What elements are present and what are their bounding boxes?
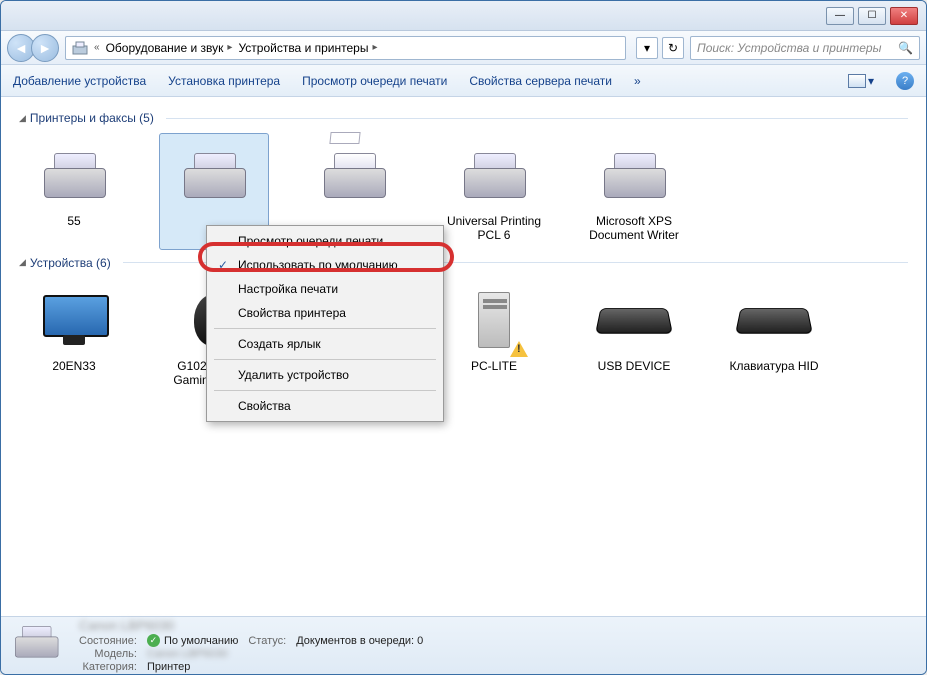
search-placeholder: Поиск: Устройства и принтеры <box>697 41 881 55</box>
device-item[interactable]: PC-LITE <box>439 278 549 409</box>
details-device-name: Canon LBP6030 <box>79 618 423 633</box>
printer-icon <box>184 153 244 198</box>
item-label: Universal Printing PCL 6 <box>446 214 542 243</box>
view-mode-icon <box>848 74 866 88</box>
group-title: Устройства (6) <box>30 256 111 270</box>
item-label: Клавиатура HID <box>730 359 819 373</box>
status-label: Статус: <box>248 635 286 647</box>
toolbar-add-printer[interactable]: Установка принтера <box>168 74 280 88</box>
check-icon: ✓ <box>218 258 228 272</box>
printer-icon <box>15 626 57 658</box>
chevron-down-icon: ▾ <box>868 74 874 88</box>
device-item[interactable]: Клавиатура HID <box>719 278 829 409</box>
refresh-button[interactable]: ↻ <box>662 37 684 59</box>
devices-list: 20EN33 G102 Prodigy Gaming Mouse HID-сов… <box>19 278 908 409</box>
separator <box>214 359 436 360</box>
maximize-icon: ☐ <box>868 10 877 21</box>
help-button[interactable]: ? <box>896 72 914 90</box>
ctx-properties[interactable]: Свойства <box>210 394 440 418</box>
breadcrumb-devices[interactable]: Устройства и принтеры▸ <box>238 41 377 55</box>
toolbar: Добавление устройства Установка принтера… <box>1 65 926 97</box>
collapse-icon: ◢ <box>19 257 26 268</box>
separator <box>214 390 436 391</box>
status-value: Документов в очереди: 0 <box>296 635 423 647</box>
toolbar-overflow[interactable]: » <box>634 74 641 88</box>
state-label: Состояние: <box>79 635 137 647</box>
explorer-window: — ☐ ✕ ◄ ► « Оборудование и звук▸ Устройс… <box>0 0 927 675</box>
keyboard-icon <box>735 308 813 334</box>
ctx-remove-device[interactable]: Удалить устройство <box>210 363 440 387</box>
item-label: 55 <box>67 214 80 228</box>
details-thumbnail <box>15 626 63 666</box>
details-pane: Canon LBP6030 Состояние: ✓По умолчанию С… <box>1 616 926 674</box>
search-icon: 🔍 <box>898 41 913 55</box>
help-icon: ? <box>902 75 908 87</box>
device-item[interactable]: 20EN33 <box>19 278 129 409</box>
toolbar-view-queue[interactable]: Просмотр очереди печати <box>302 74 447 88</box>
check-circle-icon: ✓ <box>147 634 160 647</box>
minimize-icon: — <box>835 10 845 21</box>
toolbar-server-props[interactable]: Свойства сервера печати <box>469 74 612 88</box>
chevron-right-icon: ▸ <box>227 42 232 53</box>
printer-icon <box>464 153 524 198</box>
item-label: USB DEVICE <box>598 359 671 373</box>
toolbar-add-device[interactable]: Добавление устройства <box>13 74 146 88</box>
item-label: 20EN33 <box>52 359 95 373</box>
collapse-icon: ◢ <box>19 113 26 124</box>
ctx-create-shortcut[interactable]: Создать ярлык <box>210 332 440 356</box>
close-button[interactable]: ✕ <box>890 7 918 25</box>
monitor-icon <box>43 295 105 345</box>
nav-buttons: ◄ ► <box>7 34 59 62</box>
group-devices-header[interactable]: ◢ Устройства (6) <box>19 256 908 270</box>
chevron-down-icon: ▾ <box>644 41 650 55</box>
warning-icon <box>510 341 528 357</box>
printer-item[interactable]: 55 <box>19 133 129 250</box>
chevron-right-icon: ▸ <box>372 42 377 53</box>
pc-tower-icon <box>478 292 510 348</box>
address-row: ◄ ► « Оборудование и звук▸ Устройства и … <box>1 31 926 65</box>
maximize-button[interactable]: ☐ <box>858 7 886 25</box>
printer-icon <box>44 153 104 198</box>
device-item[interactable]: USB DEVICE <box>579 278 689 409</box>
category-value: Принтер <box>147 661 238 673</box>
view-mode-button[interactable]: ▾ <box>848 74 874 88</box>
item-label: PC-LITE <box>471 359 517 373</box>
fax-icon <box>324 153 384 198</box>
address-bar[interactable]: « Оборудование и звук▸ Устройства и прин… <box>65 36 626 60</box>
keyboard-icon <box>595 308 673 334</box>
printers-list: 55 Universal Printing PCL 6 Microsoft XP… <box>19 133 908 250</box>
state-value: ✓По умолчанию <box>147 634 238 647</box>
group-printers-header[interactable]: ◢ Принтеры и факсы (5) <box>19 111 908 125</box>
address-dropdown-button[interactable]: ▾ <box>636 37 658 59</box>
breadcrumb-hardware[interactable]: Оборудование и звук▸ <box>106 41 233 55</box>
ctx-printer-props[interactable]: Свойства принтера <box>210 301 440 325</box>
devices-icon <box>72 40 88 56</box>
context-menu: Просмотр очереди печати ✓Использовать по… <box>206 225 444 422</box>
separator <box>214 328 436 329</box>
address-actions: ▾ ↻ <box>636 37 684 59</box>
printer-item[interactable]: Universal Printing PCL 6 <box>439 133 549 250</box>
group-title: Принтеры и факсы (5) <box>30 111 154 125</box>
printer-icon <box>604 153 664 198</box>
minimize-button[interactable]: — <box>826 7 854 25</box>
details-grid: Состояние: ✓По умолчанию Статус: Докумен… <box>79 634 423 673</box>
model-value: Canon LBP6030 <box>147 648 238 660</box>
ctx-set-default[interactable]: ✓Использовать по умолчанию <box>210 253 440 277</box>
titlebar: — ☐ ✕ <box>1 1 926 31</box>
refresh-icon: ↻ <box>668 41 678 55</box>
content-area: ◢ Принтеры и факсы (5) 55 Universal Prin… <box>1 97 926 616</box>
printer-item[interactable]: Microsoft XPS Document Writer <box>579 133 689 250</box>
search-input[interactable]: Поиск: Устройства и принтеры 🔍 <box>690 36 920 60</box>
item-label: Microsoft XPS Document Writer <box>586 214 682 243</box>
fax-tray-icon <box>329 132 360 144</box>
chevron-prefix-icon: « <box>94 42 100 53</box>
category-label: Категория: <box>79 661 137 673</box>
back-icon: ◄ <box>14 40 28 56</box>
ctx-view-queue[interactable]: Просмотр очереди печати <box>210 229 440 253</box>
model-label: Модель: <box>79 648 137 660</box>
forward-icon: ► <box>38 40 52 56</box>
close-icon: ✕ <box>900 10 908 21</box>
ctx-print-settings[interactable]: Настройка печати <box>210 277 440 301</box>
forward-button[interactable]: ► <box>31 34 59 62</box>
